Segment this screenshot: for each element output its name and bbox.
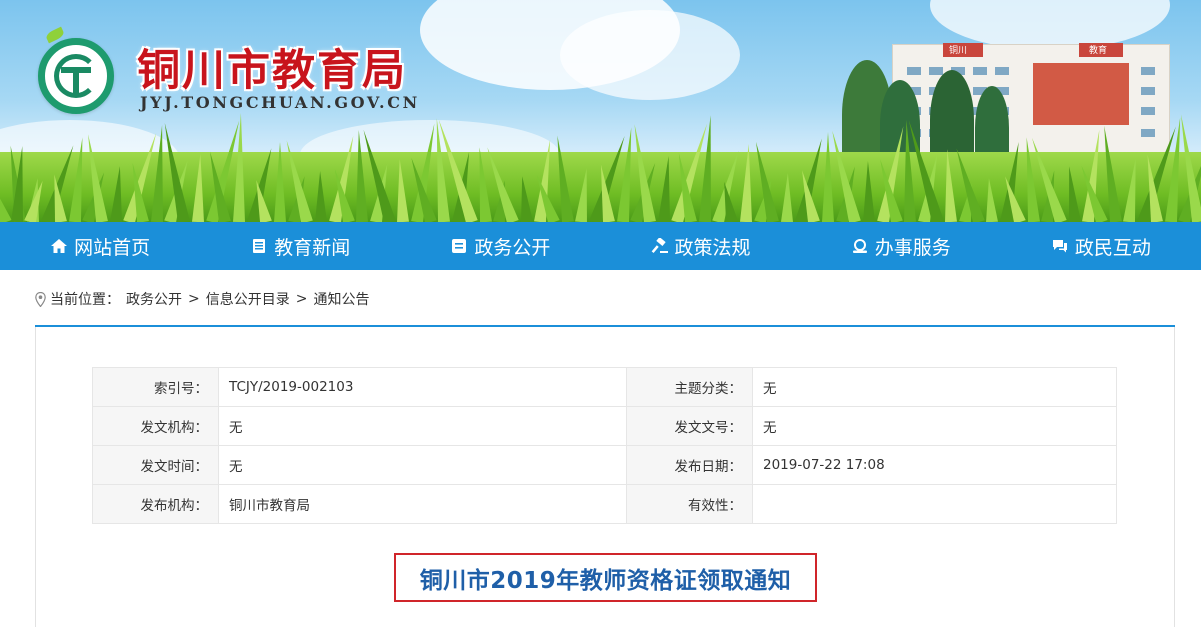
breadcrumb-link-notices[interactable]: 通知公告	[313, 289, 369, 309]
meta-value-validity	[752, 484, 1117, 524]
grass-blade	[780, 172, 794, 222]
breadcrumb-link-government-affairs[interactable]: 政务公开	[126, 289, 182, 309]
bureau-logo-icon[interactable]	[38, 38, 114, 114]
document-metadata-table: 索引号： TCJY/2019-002103 主题分类： 无 发文机构： 无 发文…	[92, 367, 1117, 524]
grass-blade	[314, 170, 328, 222]
nav-item-government-affairs[interactable]: 政务公开	[400, 222, 600, 270]
meta-label-issue-time: 发文时间：	[92, 445, 219, 485]
grass-blade	[191, 153, 207, 222]
breadcrumb: 当前位置： 政务公开 > 信息公开目录 > 通知公告	[35, 289, 369, 309]
nav-item-home[interactable]: 网站首页	[0, 222, 200, 270]
nav-item-interaction[interactable]: 政民互动	[1001, 222, 1201, 270]
table-row: 发布机构： 铜川市教育局 有效性：	[92, 484, 1117, 524]
meta-value-index: TCJY/2019-002103	[218, 367, 627, 407]
nav-label-policy: 政策法规	[674, 236, 751, 259]
meta-label-index: 索引号：	[92, 367, 219, 407]
table-row: 发文时间： 无 发布日期： 2019-07-22 17:08	[92, 445, 1117, 485]
breadcrumb-separator: >	[295, 291, 308, 307]
nav-label-government-affairs: 政务公开	[474, 236, 551, 259]
nav-label-news: 教育新闻	[274, 236, 351, 259]
nav-label-interaction: 政民互动	[1074, 236, 1151, 259]
meta-label-category: 主题分类：	[626, 367, 753, 407]
home-icon	[50, 238, 68, 254]
main-nav: 网站首页 教育新闻 政务公开 政策法规 办事服务 政民互动	[0, 222, 1201, 270]
meta-value-issuer: 无	[218, 406, 627, 446]
nav-label-services: 办事服务	[874, 236, 951, 259]
breadcrumb-prefix: 当前位置：	[50, 292, 120, 308]
meta-value-doc-number: 无	[752, 406, 1117, 446]
meta-value-publisher: 铜川市教育局	[218, 484, 627, 524]
nav-item-policy[interactable]: 政策法规	[600, 222, 800, 270]
table-row: 发文机构： 无 发文文号： 无	[92, 406, 1117, 446]
site-url: JYJ.TONGCHUAN.GOV.CN	[140, 93, 420, 112]
gavel-icon	[651, 238, 669, 254]
article-title: 铜川市2019年教师资格证领取通知	[419, 567, 792, 594]
nav-item-news[interactable]: 教育新闻	[200, 222, 400, 270]
article-title-highlight: 铜川市2019年教师资格证领取通知	[394, 553, 817, 602]
breadcrumb-link-catalog[interactable]: 信息公开目录	[206, 289, 290, 309]
building-sign-right: 教育	[1089, 46, 1108, 56]
site-banner: 铜川市教育局 JYJ.TONGCHUAN.GOV.CN 铜川 教育 春风	[0, 0, 1201, 222]
site-name[interactable]: 铜川市教育局	[137, 36, 407, 98]
chat-icon	[1051, 238, 1069, 254]
meta-label-validity: 有效性：	[626, 484, 753, 524]
meta-label-doc-number: 发文文号：	[626, 406, 753, 446]
document-icon	[450, 238, 468, 254]
nav-label-home: 网站首页	[74, 236, 151, 259]
grass-blade	[862, 160, 876, 222]
location-pin-icon	[35, 291, 46, 307]
table-row: 索引号： TCJY/2019-002103 主题分类： 无	[92, 367, 1117, 407]
meta-label-publish-date: 发布日期：	[626, 445, 753, 485]
nav-item-services[interactable]: 办事服务	[801, 222, 1001, 270]
building-sign-left: 铜川	[949, 46, 968, 56]
meta-value-issue-time: 无	[218, 445, 627, 485]
meta-label-publisher: 发布机构：	[92, 484, 219, 524]
breadcrumb-separator: >	[188, 291, 200, 307]
meta-value-publish-date: 2019-07-22 17:08	[752, 445, 1117, 485]
meta-label-issuer: 发文机构：	[92, 406, 219, 446]
service-icon	[851, 238, 869, 254]
news-icon	[250, 238, 268, 254]
meta-value-category: 无	[752, 367, 1117, 407]
grass-blade	[232, 112, 247, 222]
